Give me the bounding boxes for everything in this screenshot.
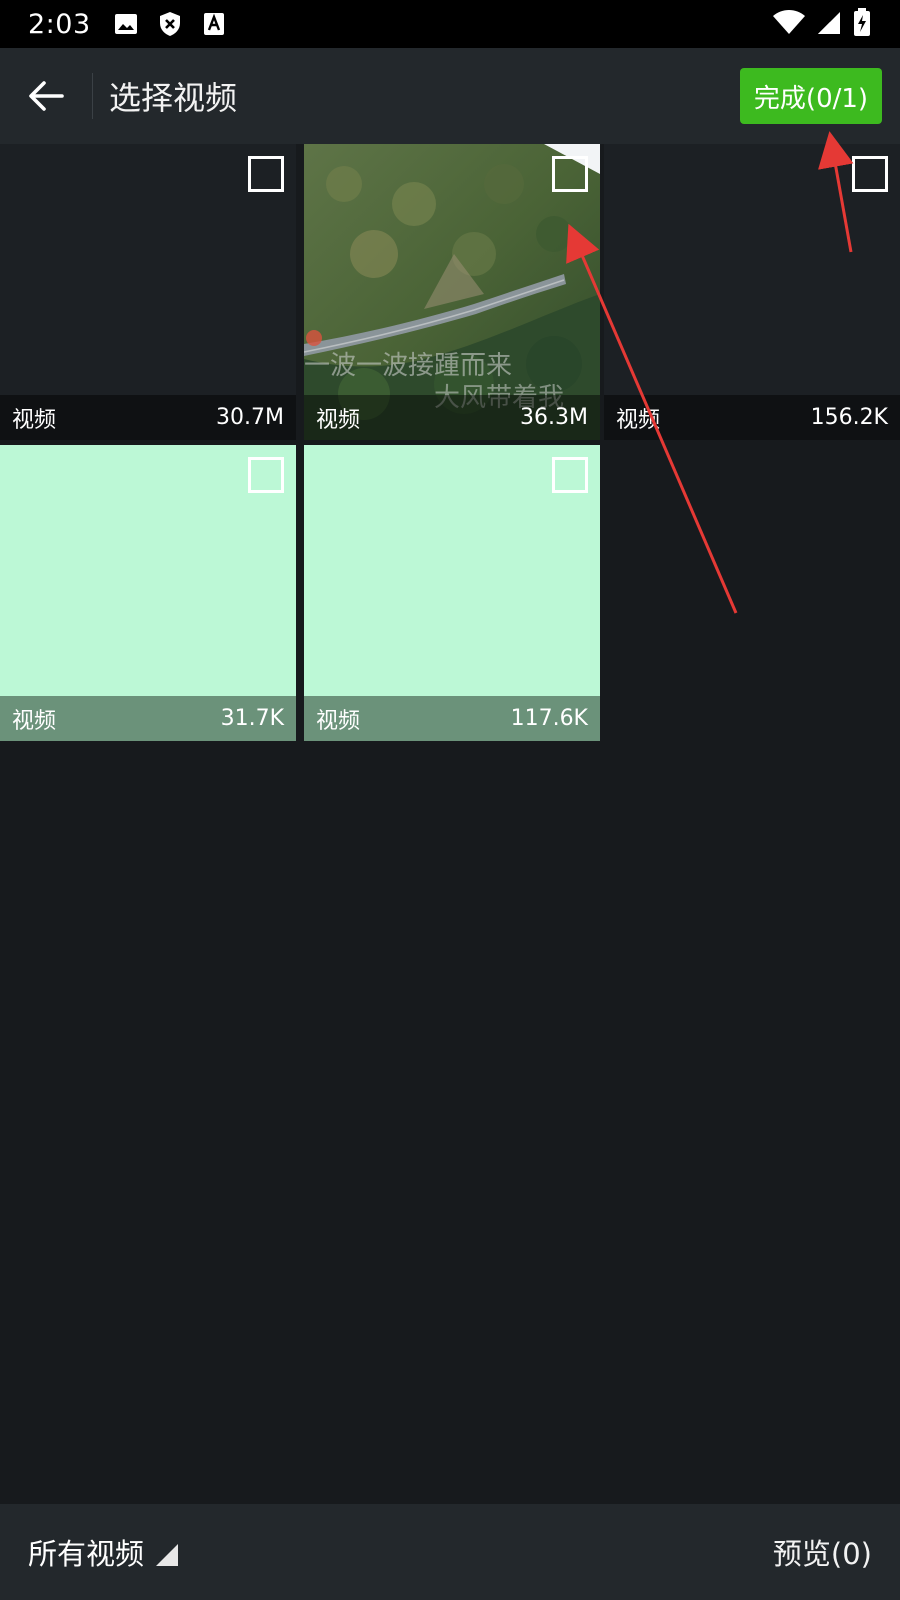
- shield-x-icon: [157, 11, 183, 37]
- video-size: 30.7M: [216, 405, 284, 430]
- preview-button[interactable]: 预览(0): [773, 1531, 872, 1573]
- bottom-bar: 所有视频 预览(0): [0, 1504, 900, 1600]
- back-button[interactable]: [0, 48, 92, 144]
- album-label: 所有视频: [28, 1537, 145, 1571]
- battery-charging-icon: [852, 7, 872, 41]
- header-divider: [92, 73, 93, 119]
- done-button[interactable]: 完成(0/1): [740, 68, 882, 124]
- video-item[interactable]: 视频 117.6K: [304, 445, 600, 741]
- status-time: 2:03: [28, 8, 91, 40]
- video-item[interactable]: 一波一波接踵而来 大风带着我 视频 36.3M: [304, 144, 600, 440]
- video-label: 视频: [616, 407, 661, 433]
- video-info-bar: 视频 31.7K: [0, 696, 296, 741]
- select-checkbox[interactable]: [248, 457, 284, 493]
- wifi-icon: [772, 9, 806, 39]
- video-info-bar: 视频 156.2K: [604, 395, 900, 440]
- video-size: 117.6K: [510, 706, 588, 731]
- back-arrow-icon: [29, 81, 64, 111]
- album-selector[interactable]: 所有视频: [28, 1531, 180, 1573]
- video-size: 31.7K: [220, 706, 284, 731]
- image-icon: [113, 11, 139, 37]
- page-title: 选择视频: [109, 79, 238, 117]
- video-label: 视频: [12, 708, 57, 734]
- dropdown-triangle-icon: [156, 1544, 179, 1566]
- select-checkbox[interactable]: [248, 156, 284, 192]
- video-item[interactable]: 视频 30.7M: [0, 144, 296, 440]
- app-bar: 选择视频 完成(0/1): [0, 48, 900, 144]
- video-label: 视频: [316, 407, 361, 433]
- video-size: 156.2K: [810, 405, 888, 430]
- font-a-icon: [201, 11, 227, 37]
- signal-icon: [816, 9, 842, 39]
- video-label: 视频: [12, 407, 57, 433]
- select-checkbox[interactable]: [552, 457, 588, 493]
- video-size: 36.3M: [520, 405, 588, 430]
- video-overlay-caption: 一波一波接踵而来: [304, 351, 512, 381]
- video-info-bar: 视频 30.7M: [0, 395, 296, 440]
- status-bar: 2:03: [0, 0, 900, 48]
- video-item[interactable]: 视频 31.7K: [0, 445, 296, 741]
- select-checkbox[interactable]: [852, 156, 888, 192]
- video-info-bar: 视频 117.6K: [304, 696, 600, 741]
- status-right-icons: [772, 7, 872, 41]
- video-label: 视频: [316, 708, 361, 734]
- select-checkbox[interactable]: [552, 156, 588, 192]
- video-item[interactable]: 视频 156.2K: [604, 144, 900, 440]
- video-info-bar: 视频 36.3M: [304, 395, 600, 440]
